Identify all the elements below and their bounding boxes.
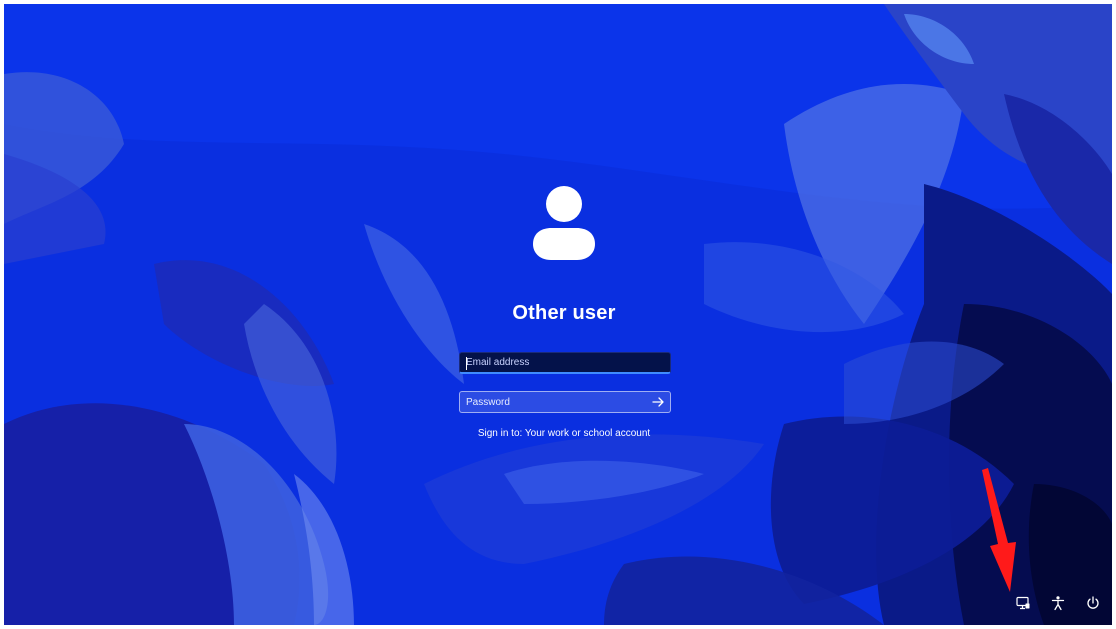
password-field[interactable] <box>459 391 671 413</box>
network-icon[interactable] <box>1015 595 1031 611</box>
email-field[interactable] <box>459 352 671 374</box>
sign-in-target-text: Sign in to: Your work or school account <box>477 428 651 439</box>
lock-screen: Other user Sign in to: Your work or scho… <box>4 4 1112 625</box>
user-avatar-icon <box>533 186 595 260</box>
accessibility-icon[interactable] <box>1050 595 1066 611</box>
email-input[interactable] <box>460 353 640 372</box>
user-display-name: Other user <box>512 302 616 324</box>
power-icon[interactable] <box>1085 595 1101 611</box>
text-caret <box>466 357 467 370</box>
password-input[interactable] <box>460 392 640 412</box>
arrow-right-icon[interactable] <box>650 394 666 410</box>
